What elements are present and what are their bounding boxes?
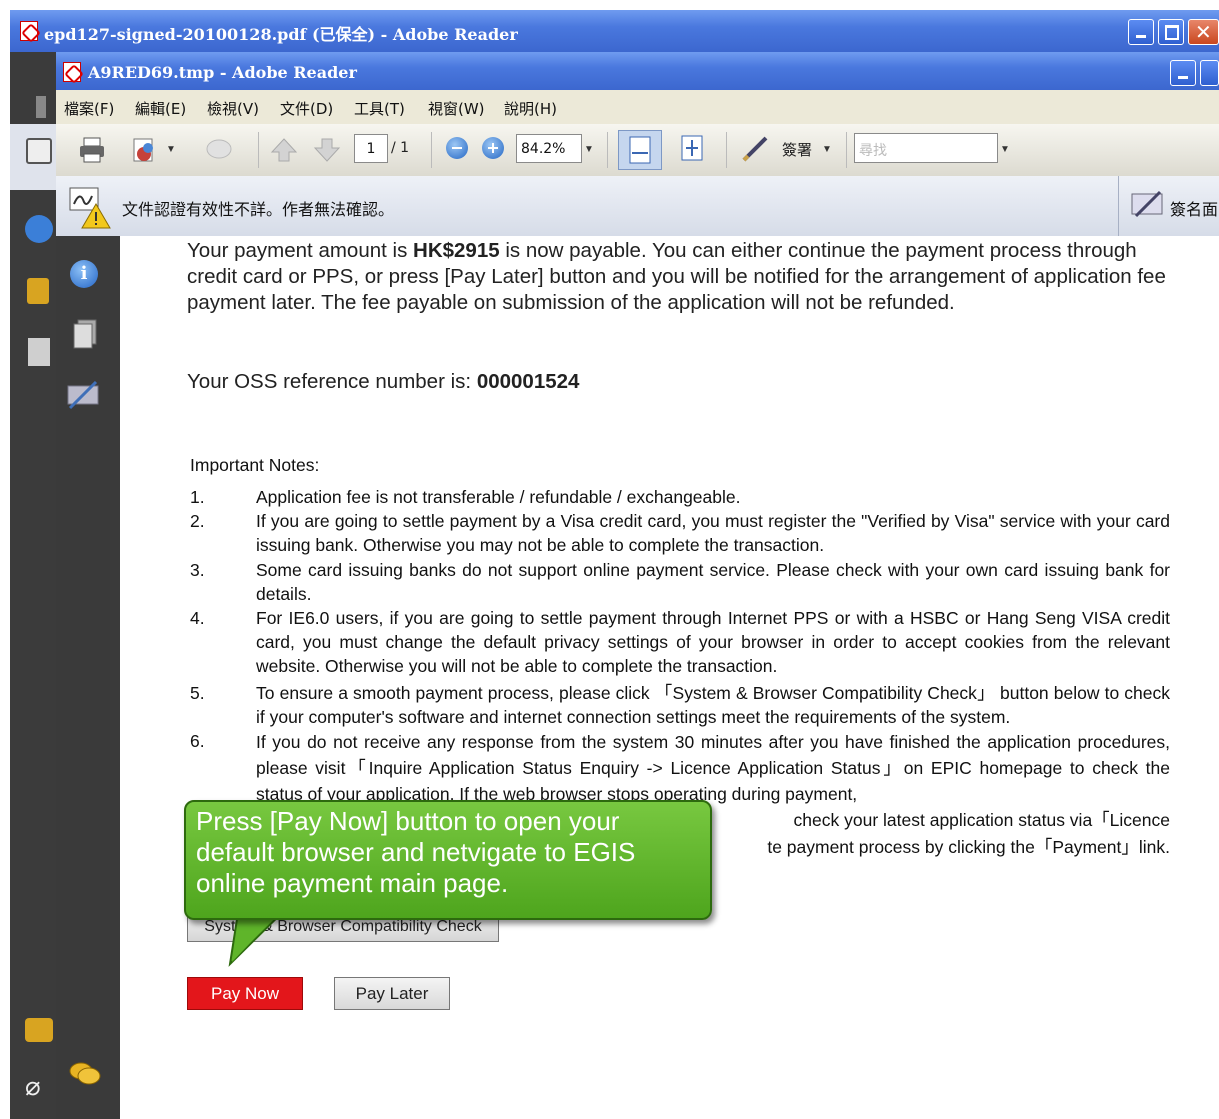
reference-line: Your OSS reference number is: 000001524 [187,369,1087,395]
chevron-down-icon[interactable]: ▼ [822,144,832,155]
search-input[interactable]: 尋找 [854,133,998,163]
payment-text: Your payment amount is [187,239,414,262]
pay-later-button[interactable]: Pay Later [334,977,450,1010]
maximize-button[interactable] [1158,19,1184,45]
note-text: Some card issuing banks do not support o… [256,560,1170,604]
lock-icon[interactable] [27,278,49,304]
note-text-tail: check your latest application status via… [793,810,1170,830]
zoom-in-icon[interactable] [482,137,504,159]
front-window-title: A9RED69.tmp - Adobe Reader [88,63,357,82]
note-text: If you are going to settle payment by a … [256,511,1170,555]
menu-document[interactable]: 文件(D) [280,98,333,119]
signatures-icon[interactable] [66,380,100,410]
reference-number: 000001524 [476,370,580,393]
close-button[interactable]: ✕ [1188,19,1219,45]
toolbar-divider [431,132,432,168]
fit-page-icon[interactable] [678,134,706,162]
menu-window[interactable]: 視窗(W) [428,98,485,119]
minimize-button[interactable] [1170,60,1196,86]
back-menu-handle [36,96,46,118]
note-text: If you do not receive any response from … [256,732,1170,804]
print-icon[interactable] [78,136,106,164]
signature-message: 文件認證有效性不詳。作者無法確認。 [122,200,395,219]
sign-icon[interactable] [26,138,52,164]
menu-file[interactable]: 檔案(F) [64,98,114,119]
page-total: / 1 [391,140,410,156]
note-number: 2. [190,511,205,531]
email-icon[interactable] [130,136,158,164]
attachment-icon[interactable]: ⌀ [25,1072,55,1102]
chevron-down-icon[interactable]: ▼ [584,144,594,155]
back-navigation-pane [10,52,56,1119]
signature-panel-button[interactable]: 簽名面 [1170,196,1218,220]
signature-bar-divider [1118,176,1119,236]
note-text: Application fee is not transferable / re… [256,487,741,507]
callout-text: Press [Pay Now] button to open your defa… [196,806,636,898]
next-page-icon[interactable] [313,136,341,164]
toolbar-divider [258,132,259,168]
menu-view[interactable]: 檢視(V) [207,98,259,119]
toolbar-divider [607,132,608,168]
comments-icon[interactable] [68,1060,102,1088]
toolbar-divider [726,132,727,168]
signature-panel-icon[interactable] [1130,190,1164,220]
page-number-input[interactable]: 1 [354,134,388,163]
note-number: 4. [190,608,205,628]
previous-page-icon[interactable] [270,136,298,164]
back-window-title: epd127-signed-20100128.pdf (已保全) - Adobe… [44,25,518,44]
note-text: For IE6.0 users, if you are going to set… [256,608,1170,676]
pages-icon[interactable] [72,318,97,349]
navigation-pane [56,236,120,1119]
note-text-tail: te payment process by clicking the「Payme… [767,837,1170,857]
comment-icon[interactable] [205,136,233,164]
chevron-down-icon[interactable]: ▼ [166,144,176,155]
pay-now-button[interactable]: Pay Now [187,977,303,1010]
notes-heading: Important Notes: [190,455,320,475]
note-number: 6. [190,731,205,751]
note-number: 5. [190,683,205,703]
maximize-button[interactable] [1200,60,1219,86]
note-number: 3. [190,560,205,580]
note-number: 1. [190,487,205,507]
chevron-down-icon[interactable]: ▼ [1000,144,1010,155]
minimize-button[interactable] [1128,19,1154,45]
comments-icon[interactable] [25,1018,53,1042]
toolbar-divider [846,132,847,168]
info-icon[interactable] [25,215,53,243]
zoom-out-icon[interactable] [446,137,468,159]
pdf-icon [63,62,81,82]
pdf-icon [20,21,38,41]
pages-icon[interactable] [28,338,50,366]
menu-tools[interactable]: 工具(T) [354,98,405,119]
payment-paragraph: Your payment amount is HK$2915 is now pa… [187,238,1172,316]
fit-width-button[interactable] [618,130,662,170]
zoom-input[interactable]: 84.2% [516,134,582,163]
reference-label: Your OSS reference number is: [187,370,477,393]
payment-amount: HK$2915 [413,239,500,262]
menu-edit[interactable]: 編輯(E) [135,98,186,119]
pen-icon[interactable] [740,134,768,162]
sign-label[interactable]: 簽署 [782,139,812,160]
menu-help[interactable]: 說明(H) [504,98,557,119]
note-text: To ensure a smooth payment process, plea… [256,683,1170,727]
info-icon[interactable]: i [70,260,98,288]
signature-warning-icon [68,186,111,229]
